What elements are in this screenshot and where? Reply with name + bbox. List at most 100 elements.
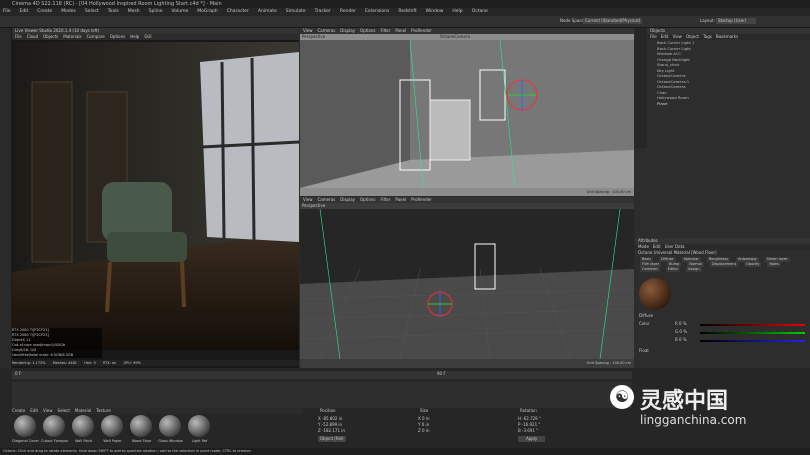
objects-menu-item-3[interactable]: Object: [686, 34, 699, 39]
objects-menu-item-4[interactable]: Tags: [703, 34, 712, 39]
objects-menu-item-1[interactable]: Edit: [661, 34, 669, 39]
live-viewer-menu-item-0[interactable]: File: [15, 34, 22, 39]
objects-menu-item-0[interactable]: File: [650, 34, 657, 39]
menu-item-7[interactable]: Spline: [146, 9, 163, 14]
apply-button[interactable]: Apply: [518, 436, 546, 442]
slider-g[interactable]: [700, 332, 805, 334]
viewport-bottom-scene: [300, 209, 634, 359]
object-item[interactable]: Plane: [647, 101, 810, 107]
materials-menu-item-4[interactable]: Material: [75, 408, 91, 413]
live-viewer-menu-item-4[interactable]: Compare: [87, 34, 105, 39]
main-menu-bar: File Edit Create Modes Select Tools Mesh Spline…: [0, 8, 810, 16]
viewport-top-menu-item-4[interactable]: Filter: [380, 28, 390, 33]
node-space-select[interactable]: Current (Standard/Physical): [583, 18, 643, 24]
viewport-bottom-menu-item-5[interactable]: Panel: [395, 197, 406, 202]
material-swatch[interactable]: Cutout Foreground: [41, 415, 68, 447]
menu-item-16[interactable]: Redshift: [395, 9, 416, 14]
menu-item-5[interactable]: Tools: [105, 9, 119, 14]
attribute-tab-12[interactable]: Common: [640, 267, 660, 272]
menu-item-3[interactable]: Modes: [58, 9, 76, 14]
viewport-top[interactable]: View Cameras Display Options Filter Panel ProR…: [300, 28, 634, 196]
octane-side-toolbar: [635, 28, 647, 148]
material-swatch[interactable]: Diagonal Cover: [12, 415, 39, 447]
menu-item-9[interactable]: MoGraph: [194, 9, 217, 14]
viewport-top-menu-item-1[interactable]: Cameras: [318, 28, 336, 33]
menu-item-6[interactable]: Mesh: [125, 9, 140, 14]
viewport-bottom-menu-item-2[interactable]: Display: [340, 197, 355, 202]
size-z[interactable]: Z 0 in: [418, 428, 429, 434]
live-viewer-menu-item-7[interactable]: GUI: [144, 34, 151, 39]
menu-item-14[interactable]: Render: [337, 9, 356, 14]
menu-item-0[interactable]: File: [0, 9, 11, 14]
material-swatch[interactable]: Wall Paint: [70, 415, 97, 447]
rot-b[interactable]: B -3.691 °: [518, 428, 538, 434]
attributes-menu-item-2[interactable]: User Data: [665, 244, 685, 249]
viewport-bottom-menu-item-3[interactable]: Options: [360, 197, 375, 202]
material-ball-icon: [14, 415, 36, 437]
live-viewer-menu-item-1[interactable]: Cloud: [27, 34, 38, 39]
materials-menu-item-1[interactable]: Edit: [30, 408, 38, 413]
attribute-tab-9[interactable]: Displacement: [709, 262, 739, 267]
objects-menu-item-5[interactable]: Bookmarks: [716, 34, 738, 39]
viewport-bottom-menu-item-4[interactable]: Filter: [380, 197, 390, 202]
objects-menu-item-2[interactable]: View: [672, 34, 682, 39]
menu-item-1[interactable]: Edit: [17, 9, 29, 14]
slider-r[interactable]: [700, 324, 805, 326]
slider-b[interactable]: [700, 340, 805, 342]
color-b[interactable]: B 0 %: [675, 337, 687, 343]
menu-item-19[interactable]: Octane: [469, 9, 488, 14]
coord-mode-select[interactable]: Object (Rel): [318, 436, 346, 442]
material-ball-icon: [159, 415, 181, 437]
menu-item-15[interactable]: Extensions: [362, 9, 389, 14]
menu-item-11[interactable]: Animate: [255, 9, 277, 14]
menu-item-2[interactable]: Create: [34, 9, 52, 14]
layout-label: Layout:: [700, 18, 715, 23]
menu-item-18[interactable]: Help: [449, 9, 462, 14]
materials-menu-item-2[interactable]: View: [43, 408, 53, 413]
menu-item-13[interactable]: Tracker: [312, 9, 331, 14]
color-g[interactable]: G 0 %: [675, 329, 687, 335]
live-viewer-menu-item-2[interactable]: Objects: [43, 34, 58, 39]
menu-item-12[interactable]: Simulate: [283, 9, 306, 14]
live-viewer-menu-item-3[interactable]: Materials: [63, 34, 81, 39]
menu-item-8[interactable]: Volume: [169, 9, 189, 14]
viewport-bottom-menu-item-1[interactable]: Cameras: [318, 197, 336, 202]
color-label: Color: [639, 321, 650, 326]
material-label: Glass Window: [158, 439, 183, 443]
materials-menu-item-3[interactable]: Select: [58, 408, 70, 413]
materials-menu-item-5[interactable]: Texture: [96, 408, 111, 413]
menu-item-4[interactable]: Select: [82, 9, 99, 14]
rtx-status: RTX: on: [102, 361, 117, 365]
timeline-start: 0 F: [15, 371, 22, 376]
live-viewer-menu-item-6[interactable]: Help: [130, 34, 139, 39]
color-r[interactable]: R 0 %: [675, 321, 687, 327]
attributes-menu-item-1[interactable]: Edit: [653, 244, 661, 249]
menu-item-10[interactable]: Character: [224, 9, 249, 14]
materials-menu-item-0[interactable]: Create: [12, 408, 25, 413]
attribute-tab-10[interactable]: Opacity: [744, 262, 762, 267]
material-swatch[interactable]: Glass Window: [157, 415, 184, 447]
menu-item-17[interactable]: Window: [423, 9, 444, 14]
viewport-bottom[interactable]: View Cameras Display Options Filter Panel ProR…: [300, 197, 634, 368]
materials-list: Diagonal CoverCutout Foreground Wall Pain…: [12, 415, 302, 447]
coord-z[interactable]: Z -182.171 in: [318, 428, 345, 434]
viewport-top-menu-item-3[interactable]: Options: [360, 28, 375, 33]
material-swatch[interactable]: Light Ref: [186, 415, 213, 447]
live-viewer-menu-item-5[interactable]: Options: [110, 34, 125, 39]
viewport-top-menu-item-0[interactable]: View: [303, 28, 313, 33]
viewport-top-menu-item-5[interactable]: Panel: [395, 28, 406, 33]
layout-select[interactable]: Startup (User): [716, 18, 756, 24]
left-tool-palette: [0, 28, 12, 368]
attribute-tab-14[interactable]: Assign: [686, 267, 702, 272]
viewport-bottom-menu-item-6[interactable]: ProRender: [411, 197, 432, 202]
timeline[interactable]: 0 F 90 F: [12, 371, 632, 379]
attribute-tabs: Basic Diffuse Specular Roughness Anisotropy S…: [635, 256, 810, 273]
attribute-tab-13[interactable]: Editor: [665, 267, 681, 272]
viewport-bottom-menu-item-0[interactable]: View: [303, 197, 313, 202]
viewport-top-menu-item-6[interactable]: ProRender: [411, 28, 432, 33]
material-swatch[interactable]: Wood Floor: [128, 415, 155, 447]
material-swatch[interactable]: Wall Paper: [99, 415, 126, 447]
attribute-tab-11[interactable]: Roles: [767, 262, 781, 267]
attributes-menu-item-0[interactable]: Mode: [638, 244, 649, 249]
viewport-top-menu-item-2[interactable]: Display: [340, 28, 355, 33]
